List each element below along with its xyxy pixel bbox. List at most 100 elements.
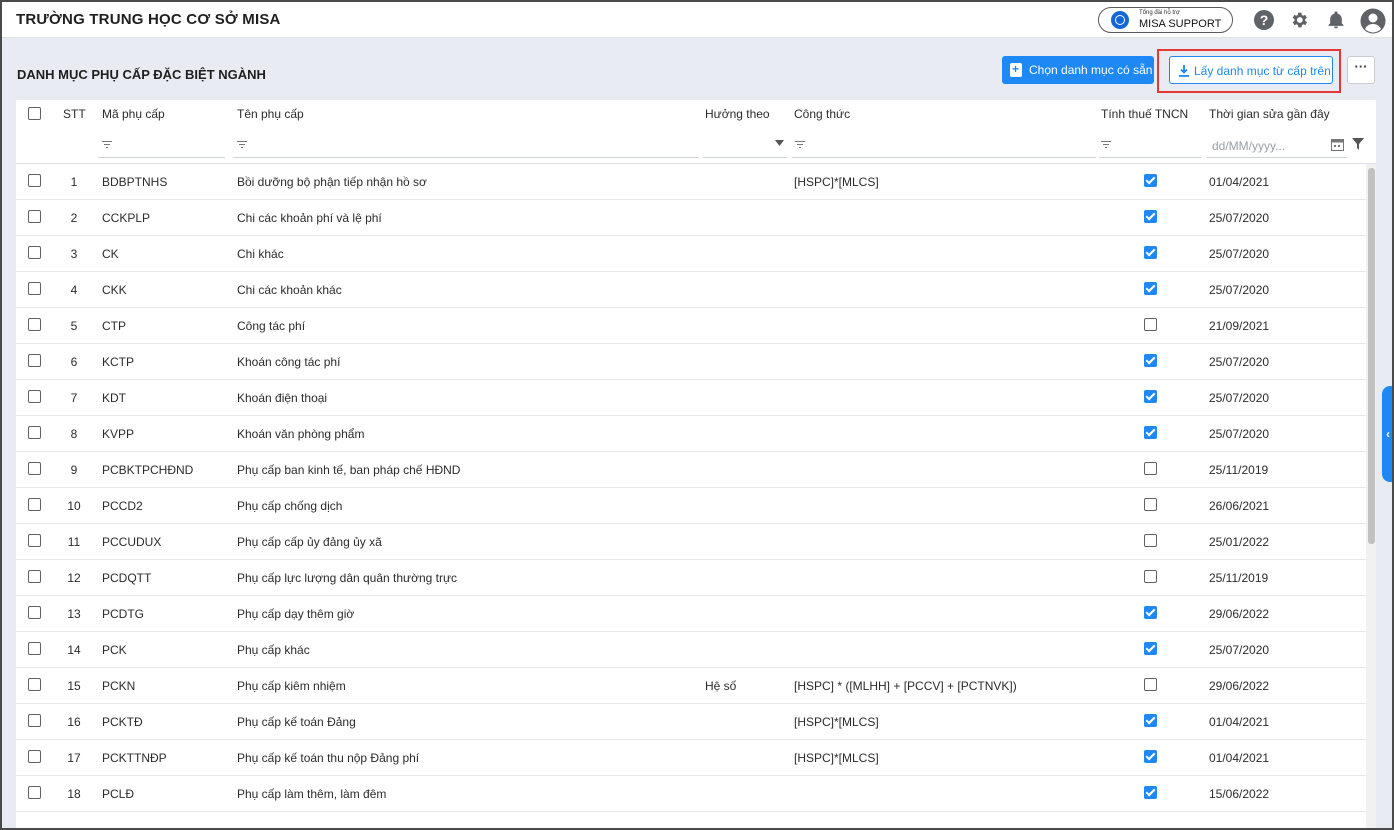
row-tax-checkbox[interactable]	[1144, 534, 1157, 547]
calendar-icon[interactable]	[1331, 138, 1344, 151]
filter-icon[interactable]	[102, 141, 112, 148]
row-tax-checkbox[interactable]	[1144, 678, 1157, 691]
row-code: KDT	[102, 391, 126, 405]
row-tax-checkbox[interactable]	[1144, 354, 1157, 367]
table-row[interactable]: 2 CCKPLP Chi các khoản phí và lệ phí 25/07/…	[16, 200, 1366, 236]
row-checkbox[interactable]	[28, 570, 41, 583]
row-stt: 17	[67, 751, 81, 765]
row-checkbox[interactable]	[28, 210, 41, 223]
table-row[interactable]: 15 PCKN Phụ cấp kiêm nhiệm Hệ số [HSPC] * ([…	[16, 668, 1366, 704]
col-header-huong-theo[interactable]: Hưởng theo	[705, 107, 770, 121]
table-row[interactable]: 3 CK Chi khác 25/07/2020	[16, 236, 1366, 272]
table-row[interactable]: 17 PCKTTNĐP Phụ cấp kế toán thu nộp Đảng p…	[16, 740, 1366, 776]
table-row[interactable]: 16 PCKTĐ Phụ cấp kế toán Đảng [HSPC]*[MLCS]…	[16, 704, 1366, 740]
row-cong-thuc: [HSPC]*[MLCS]	[794, 715, 879, 729]
row-stt: 10	[67, 499, 81, 513]
table-row[interactable]: 14 PCK Phụ cấp khác 25/07/2020	[16, 632, 1366, 668]
row-checkbox[interactable]	[28, 462, 41, 475]
table-row[interactable]: 10 PCCD2 Phụ cấp chống dịch 26/06/2021	[16, 488, 1366, 524]
row-checkbox[interactable]	[28, 642, 41, 655]
row-tax-checkbox[interactable]	[1144, 282, 1157, 295]
row-checkbox[interactable]	[28, 714, 41, 727]
row-tax-checkbox[interactable]	[1144, 174, 1157, 187]
col-header-tax[interactable]: Tính thuế TNCN	[1101, 107, 1188, 121]
row-checkbox[interactable]	[28, 534, 41, 547]
row-cong-thuc: [HSPC] * ([MLHH] + [PCCV] + [PCTNVK])	[794, 679, 1017, 693]
table-row[interactable]: 6 KCTP Khoán công tác phí 25/07/2020	[16, 344, 1366, 380]
row-name: Khoán văn phòng phẩm	[237, 427, 365, 441]
row-tax-checkbox[interactable]	[1144, 570, 1157, 583]
misa-support-button[interactable]: Tổng đài hỗ trợ MISA SUPPORT	[1098, 7, 1233, 33]
row-checkbox[interactable]	[28, 678, 41, 691]
choose-catalog-button[interactable]: Chọn danh mục có sẵn	[1002, 56, 1154, 84]
get-from-upper-level-button[interactable]: Lấy danh mục từ cấp trên	[1169, 56, 1333, 84]
column-filter-icon[interactable]	[1352, 138, 1364, 150]
row-code: CCKPLP	[102, 211, 151, 225]
row-code: CTP	[102, 319, 126, 333]
row-checkbox[interactable]	[28, 498, 41, 511]
filter-icon[interactable]	[795, 141, 805, 148]
row-checkbox[interactable]	[28, 174, 41, 187]
row-stt: 14	[67, 643, 81, 657]
row-checkbox[interactable]	[28, 246, 41, 259]
bell-icon[interactable]	[1326, 10, 1346, 30]
row-checkbox[interactable]	[28, 750, 41, 763]
tax-filter-select[interactable]	[1099, 127, 1201, 158]
row-code: PCDTG	[102, 607, 144, 621]
row-checkbox[interactable]	[28, 318, 41, 331]
support-caption: Tổng đài hỗ trợ	[1139, 10, 1180, 16]
row-modified-date: 25/07/2020	[1209, 391, 1270, 405]
table-row[interactable]: 1 BDBPTNHS Bồi dưỡng bộ phận tiếp nhận hồ …	[16, 164, 1366, 200]
cong-thuc-filter-input[interactable]	[792, 127, 1096, 158]
user-avatar-icon[interactable]	[1360, 8, 1386, 34]
more-options-button[interactable]: ···	[1347, 56, 1375, 84]
row-tax-checkbox[interactable]	[1144, 318, 1157, 331]
filter-icon[interactable]	[1101, 141, 1111, 148]
table-row[interactable]: 13 PCDTG Phụ cấp dạy thêm giờ 29/06/2022	[16, 596, 1366, 632]
row-tax-checkbox[interactable]	[1144, 246, 1157, 259]
filter-icon[interactable]	[237, 141, 247, 148]
row-code: PCBKTPCHĐND	[102, 463, 194, 477]
table-row[interactable]: 11 PCCUDUX Phụ cấp cấp ủy đảng ủy xã 25/01/…	[16, 524, 1366, 560]
col-header-modified[interactable]: Thời gian sửa gần đây	[1209, 107, 1330, 121]
help-icon[interactable]: ?	[1254, 10, 1274, 30]
row-checkbox[interactable]	[28, 786, 41, 799]
row-tax-checkbox[interactable]	[1144, 750, 1157, 763]
row-tax-checkbox[interactable]	[1144, 462, 1157, 475]
row-checkbox[interactable]	[28, 390, 41, 403]
table-row[interactable]: 8 KVPP Khoán văn phòng phẩm 25/07/2020	[16, 416, 1366, 452]
table-row[interactable]: 4 CKK Chi các khoản khác 25/07/2020	[16, 272, 1366, 308]
name-filter-input[interactable]	[233, 127, 699, 158]
row-tax-checkbox[interactable]	[1144, 642, 1157, 655]
row-tax-checkbox[interactable]	[1144, 390, 1157, 403]
col-header-code[interactable]: Mã phụ cấp	[102, 107, 165, 121]
row-tax-checkbox[interactable]	[1144, 786, 1157, 799]
col-header-cong-thuc[interactable]: Công thức	[794, 107, 850, 121]
row-checkbox[interactable]	[28, 354, 41, 367]
select-all-checkbox[interactable]	[28, 107, 41, 120]
table-row[interactable]: 7 KDT Khoán điện thoại 25/07/2020	[16, 380, 1366, 416]
scrollbar-thumb[interactable]	[1368, 168, 1375, 544]
col-header-name[interactable]: Tên phụ cấp	[237, 107, 304, 121]
row-cong-thuc: [HSPC]*[MLCS]	[794, 175, 879, 189]
row-checkbox[interactable]	[28, 282, 41, 295]
chevron-left-icon[interactable]: ‹	[1382, 386, 1392, 482]
table-row[interactable]: 9 PCBKTPCHĐND Phụ cấp ban kinh tế, ban phá…	[16, 452, 1366, 488]
row-code: KVPP	[102, 427, 135, 441]
table-row[interactable]: 18 PCLĐ Phụ cấp làm thêm, làm đêm 15/06/202…	[16, 776, 1366, 812]
dropdown-arrow-icon[interactable]	[775, 140, 784, 146]
row-tax-checkbox[interactable]	[1144, 606, 1157, 619]
row-modified-date: 25/07/2020	[1209, 643, 1270, 657]
row-tax-checkbox[interactable]	[1144, 210, 1157, 223]
table-row[interactable]: 12 PCDQTT Phụ cấp lực lượng dân quân thườn…	[16, 560, 1366, 596]
row-checkbox[interactable]	[28, 426, 41, 439]
table-row[interactable]: 5 CTP Công tác phí 21/09/2021	[16, 308, 1366, 344]
code-filter-input[interactable]	[98, 127, 225, 158]
row-tax-checkbox[interactable]	[1144, 426, 1157, 439]
row-tax-checkbox[interactable]	[1144, 498, 1157, 511]
row-checkbox[interactable]	[28, 606, 41, 619]
row-modified-date: 25/11/2019	[1209, 463, 1269, 477]
gear-icon[interactable]	[1289, 10, 1309, 30]
row-stt: 12	[67, 571, 81, 585]
row-tax-checkbox[interactable]	[1144, 714, 1157, 727]
